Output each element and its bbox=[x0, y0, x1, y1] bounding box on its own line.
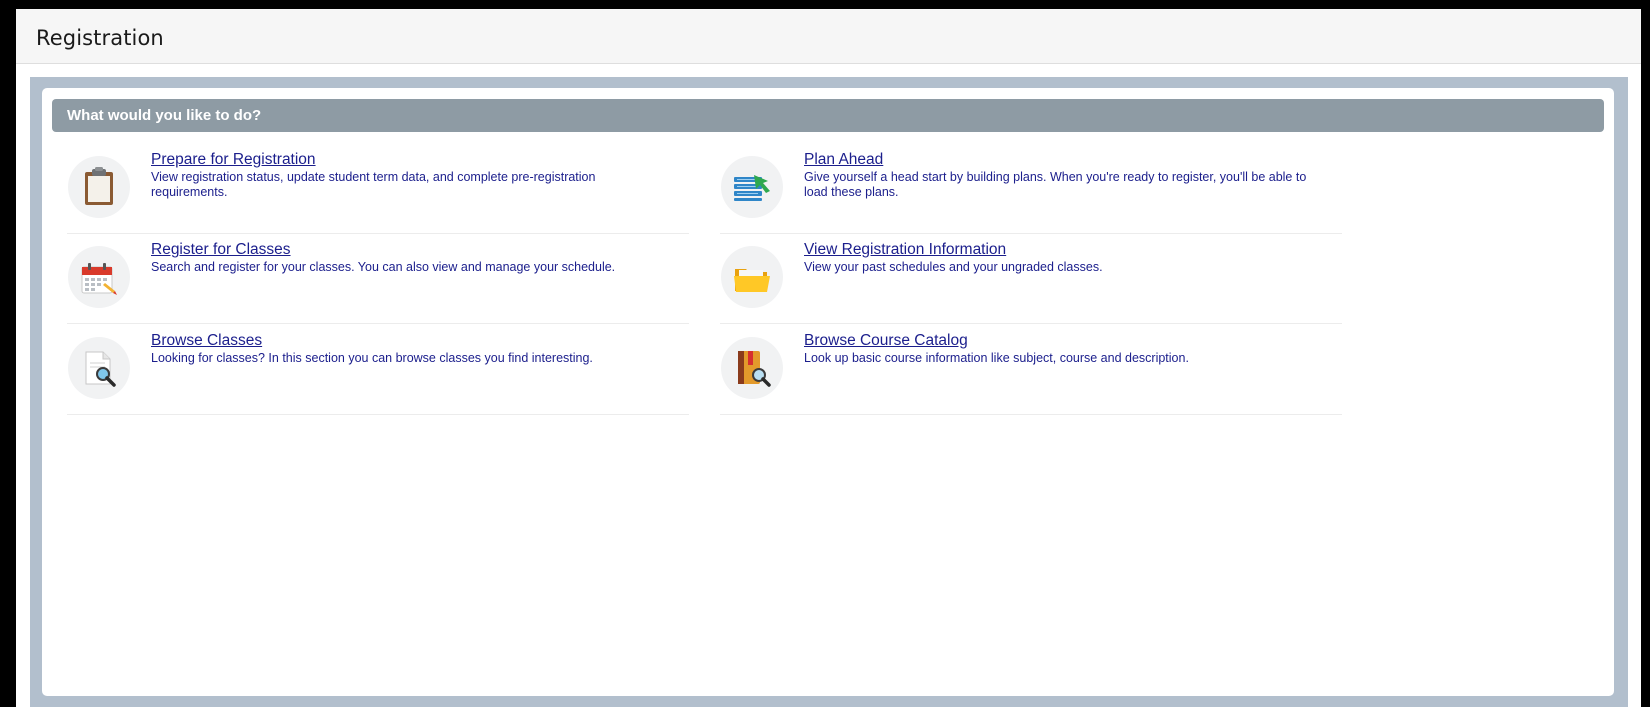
folder-icon[interactable] bbox=[721, 246, 783, 308]
app-window: Registration What would you like to do? bbox=[16, 9, 1641, 707]
browse-course-catalog-link[interactable]: Browse Course Catalog bbox=[804, 332, 968, 350]
view-registration-information-link[interactable]: View Registration Information bbox=[804, 241, 1006, 259]
option-register-for-classes: Register for Classes Search and register… bbox=[67, 240, 689, 324]
register-for-classes-link[interactable]: Register for Classes bbox=[151, 241, 291, 259]
prepare-for-registration-description: View registration status, update student… bbox=[151, 170, 596, 199]
plan-list-icon[interactable] bbox=[721, 156, 783, 218]
plan-ahead-link[interactable]: Plan Ahead bbox=[804, 151, 883, 169]
section-header: What would you like to do? bbox=[52, 99, 1604, 132]
option-view-registration-information: View Registration Information View your … bbox=[720, 240, 1342, 324]
register-for-classes-description: Search and register for your classes. Yo… bbox=[151, 260, 616, 274]
options-card: What would you like to do? Prepare for R… bbox=[42, 88, 1614, 696]
book-search-icon[interactable] bbox=[721, 337, 783, 399]
calendar-pencil-icon[interactable] bbox=[68, 246, 130, 308]
page-header: Registration bbox=[16, 9, 1641, 64]
section-heading: What would you like to do? bbox=[67, 107, 262, 124]
page-title: Registration bbox=[36, 26, 164, 50]
browse-classes-link[interactable]: Browse Classes bbox=[151, 332, 262, 350]
view-registration-information-description: View your past schedules and your ungrad… bbox=[804, 260, 1103, 274]
prepare-for-registration-link[interactable]: Prepare for Registration bbox=[151, 151, 316, 169]
plan-ahead-description: Give yourself a head start by building p… bbox=[804, 170, 1307, 199]
clipboard-icon[interactable] bbox=[68, 156, 130, 218]
content-panel: What would you like to do? Prepare for R… bbox=[30, 77, 1628, 707]
document-search-icon[interactable] bbox=[68, 337, 130, 399]
option-plan-ahead: Plan Ahead Give yourself a head start by… bbox=[720, 150, 1342, 234]
browse-course-catalog-description: Look up basic course information like su… bbox=[804, 351, 1189, 365]
option-browse-course-catalog: Browse Course Catalog Look up basic cour… bbox=[720, 331, 1342, 415]
options-grid: Prepare for Registration View registrati… bbox=[67, 150, 1387, 470]
option-prepare-for-registration: Prepare for Registration View registrati… bbox=[67, 150, 689, 234]
option-browse-classes: Browse Classes Looking for classes? In t… bbox=[67, 331, 689, 415]
browse-classes-description: Looking for classes? In this section you… bbox=[151, 351, 593, 365]
